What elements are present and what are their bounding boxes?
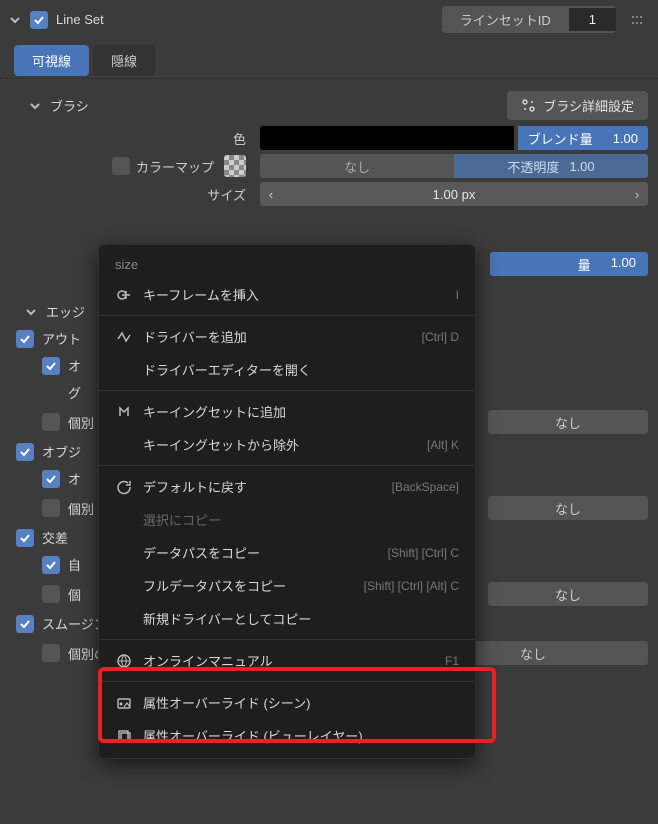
size-label: サイズ [10, 185, 256, 204]
colormap-label: カラーマップ [136, 157, 214, 176]
brush-section-title: ブラシ [50, 96, 89, 115]
menu-add-keyingset[interactable]: キーイングセットに追加 [99, 395, 475, 428]
outline-o-label: オ [68, 356, 81, 375]
lineset-id-field[interactable]: ラインセットID 1 [442, 6, 616, 33]
lineset-id-label: ラインセットID [442, 6, 569, 33]
lineset-id-value: 1 [569, 8, 616, 31]
smoothing-indiv-checkbox[interactable] [42, 644, 60, 662]
menu-override-scene[interactable]: 属性オーバーライド (シーン) [99, 686, 475, 719]
menu-copy-full-data-path[interactable]: フルデータパスをコピー [Shift] [Ctrl] [Alt] C [99, 569, 475, 602]
intersect-self-checkbox[interactable] [42, 556, 60, 574]
context-menu-title: size [99, 251, 475, 278]
spinner-right-icon[interactable]: › [626, 187, 648, 202]
menu-online-manual[interactable]: オンラインマニュアル F1 [99, 644, 475, 677]
brush-detail-button[interactable]: ブラシ詳細設定 [507, 91, 648, 120]
object-indiv-label: 個別 [68, 499, 94, 518]
blend-label: ブレンド量 [518, 129, 603, 148]
menu-override-viewlayer[interactable]: 属性オーバーライド (ビューレイヤー) [99, 719, 475, 752]
edge-section-title: エッジ [46, 302, 85, 321]
object-o-checkbox[interactable] [42, 470, 60, 488]
brush-collapse-toggle[interactable] [28, 100, 42, 112]
checker-icon [224, 155, 246, 177]
intersect-label: 交差 [42, 528, 68, 547]
object-o-label: オ [68, 469, 81, 488]
tab-visible-lines[interactable]: 可視線 [14, 45, 89, 76]
edge-collapse-toggle[interactable] [24, 306, 38, 318]
colormap-value-field[interactable]: なし [260, 154, 454, 178]
lineset-enable-checkbox[interactable] [30, 11, 48, 29]
globe-icon [115, 653, 133, 669]
intersect-checkbox[interactable] [16, 529, 34, 547]
outline-checkbox[interactable] [16, 330, 34, 348]
tab-hidden-lines[interactable]: 隠線 [93, 45, 155, 76]
context-menu: size キーフレームを挿入 I ドライバーを追加 [Ctrl] D ドライバー… [98, 244, 476, 759]
size-field[interactable]: ‹ 1.00 px › [260, 182, 648, 206]
color-label: 色 [10, 129, 256, 148]
menu-open-driver-editor[interactable]: ドライバーエディターを開く [99, 353, 475, 386]
opacity-field[interactable]: 不透明度 1.00 [454, 154, 648, 178]
outline-indiv-label: 個別 [68, 413, 94, 432]
color-swatch[interactable] [260, 126, 514, 150]
driver-icon [115, 329, 133, 345]
opacity-value: 1.00 [569, 159, 594, 174]
menu-copy-to-selected: 選択にコピー [99, 503, 475, 536]
size-amount-label: 量 [490, 252, 599, 276]
drag-grip-icon[interactable] [624, 13, 650, 27]
intersect-indiv-label: 個 [68, 585, 81, 604]
object-indiv-field[interactable]: なし [488, 496, 648, 520]
reset-icon [115, 479, 133, 495]
object-indiv-checkbox[interactable] [42, 499, 60, 517]
colormap-checkbox[interactable] [112, 157, 130, 175]
menu-copy-as-new-driver[interactable]: 新規ドライバーとしてコピー [99, 602, 475, 635]
size-amount-field[interactable]: 量 1.00 [490, 252, 648, 276]
size-amount-value: 1.00 [599, 252, 648, 276]
keyframe-icon [115, 287, 133, 303]
intersect-indiv-checkbox[interactable] [42, 585, 60, 603]
menu-insert-keyframe[interactable]: キーフレームを挿入 I [99, 278, 475, 311]
menu-add-driver[interactable]: ドライバーを追加 [Ctrl] D [99, 320, 475, 353]
menu-reset-default[interactable]: デフォルトに戻す [BackSpace] [99, 470, 475, 503]
viewlayer-icon [115, 728, 133, 744]
blend-amount-field[interactable]: ブレンド量 1.00 [518, 126, 648, 150]
panel-title: Line Set [56, 12, 104, 27]
spinner-left-icon[interactable]: ‹ [260, 187, 282, 202]
blend-value: 1.00 [603, 131, 648, 146]
collapse-toggle[interactable] [8, 14, 22, 26]
object-checkbox[interactable] [16, 443, 34, 461]
outline-gu-label: グ [68, 383, 81, 402]
intersect-indiv-field[interactable]: なし [488, 582, 648, 606]
outline-o-checkbox[interactable] [42, 357, 60, 375]
outline-label: アウト [42, 329, 81, 348]
smoothing-checkbox[interactable] [16, 615, 34, 633]
keyingset-icon [115, 404, 133, 420]
menu-remove-keyingset[interactable]: キーイングセットから除外 [Alt] K [99, 428, 475, 461]
opacity-label: 不透明度 [507, 157, 569, 176]
outline-indiv-field[interactable]: なし [488, 410, 648, 434]
brush-detail-label: ブラシ詳細設定 [543, 96, 634, 115]
size-value: 1.00 px [282, 187, 626, 202]
settings-dots-icon [521, 99, 537, 113]
object-label: オブジ [42, 442, 81, 461]
intersect-self-label: 自 [68, 555, 81, 574]
outline-indiv-checkbox[interactable] [42, 413, 60, 431]
menu-copy-data-path[interactable]: データパスをコピー [Shift] [Ctrl] C [99, 536, 475, 569]
scene-icon [115, 695, 133, 711]
